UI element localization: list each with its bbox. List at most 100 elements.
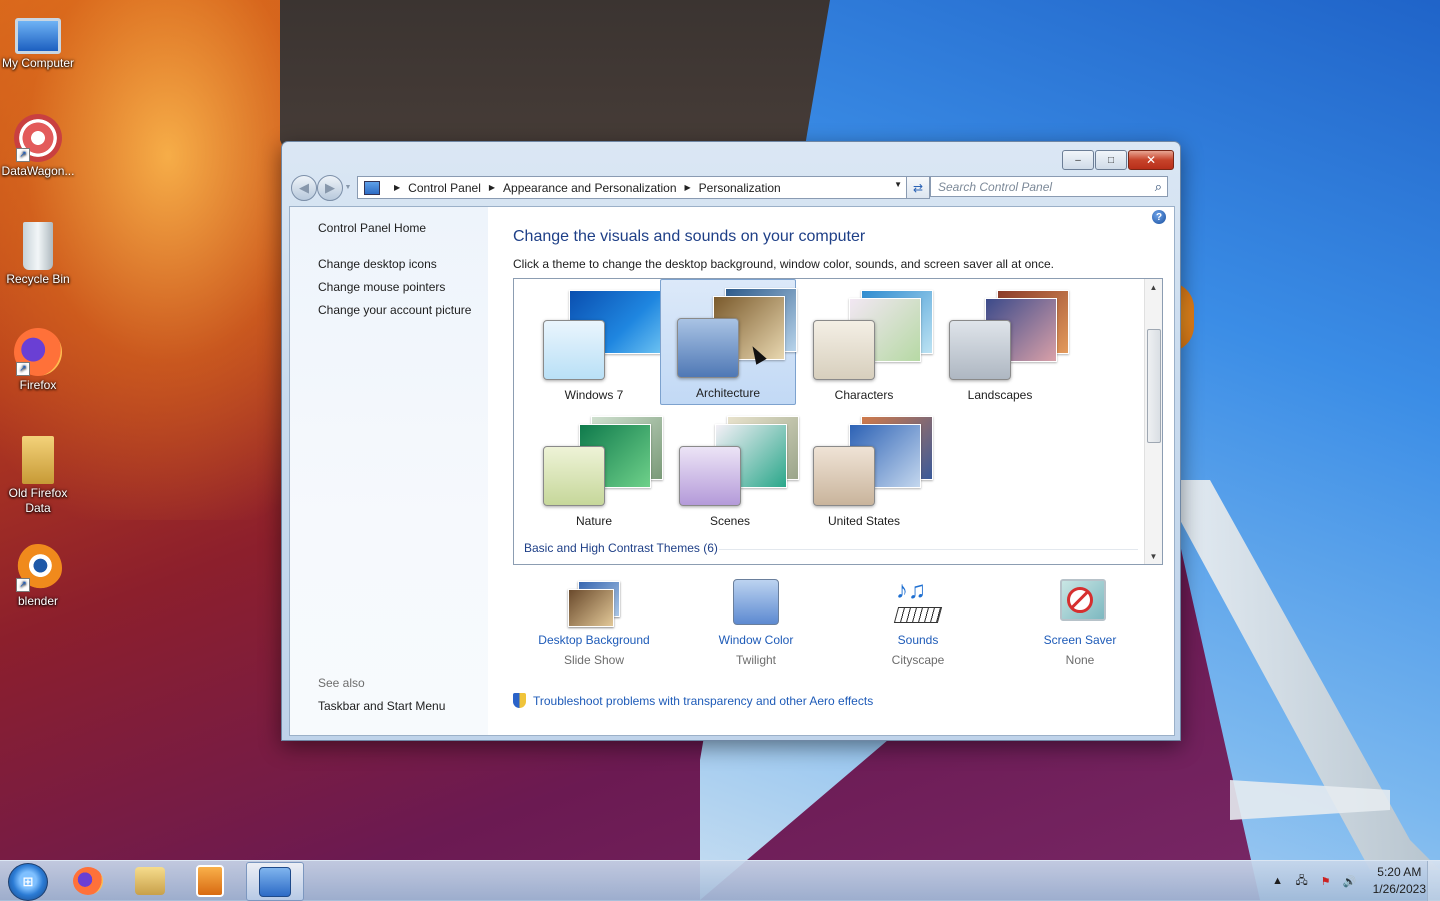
theme-thumbnail [675,288,797,380]
datawagon-icon: ↗ [14,114,62,162]
clock-date: 1/26/2023 [1372,882,1426,896]
sounds-setting[interactable]: ♪♫ Sounds Cityscape [848,577,988,667]
window-content: Control Panel Home Change desktop icons … [289,206,1175,736]
basic-themes-heading[interactable]: Basic and High Contrast Themes (6) [524,541,718,555]
shield-icon [513,693,526,708]
address-dropdown-icon[interactable]: ▼ [894,180,902,189]
change-mouse-pointers-link[interactable]: Change mouse pointers [318,280,445,294]
recent-pages-dropdown[interactable]: ▼ [343,175,353,199]
breadcrumb-separator-icon[interactable]: ▶ [685,183,691,192]
volume-icon[interactable]: 🔊 [1343,874,1357,888]
setting-value: Slide Show [563,653,625,667]
troubleshoot-link-row[interactable]: Troubleshoot problems with transparency … [513,693,873,708]
desktop-icon-blender[interactable]: ↗ blender [0,544,76,609]
theme-thumbnail [811,290,933,382]
desktop-icon-my-computer[interactable]: My Computer [0,10,76,71]
united-states-thumb-1 [813,446,875,506]
blender-icon: ↗ [14,544,62,592]
search-input[interactable]: Search Control Panel ⌕ [930,176,1168,197]
scroll-down-icon[interactable]: ▼ [1145,548,1162,564]
recycle-bin-icon [23,222,53,270]
window-color-setting[interactable]: Window Color Twilight [686,577,826,667]
control-panel-home-link[interactable]: Control Panel Home [318,221,426,235]
theme-thumbnail [541,416,663,508]
theme-label: Landscapes [967,388,1033,402]
theme-windows-7[interactable]: Windows 7 [526,281,663,407]
refresh-button[interactable]: ⇄ [906,176,930,199]
forward-button[interactable]: ▶ [317,175,343,201]
help-icon: ? [1155,211,1163,223]
screen-saver-setting[interactable]: Screen Saver None [1010,577,1150,667]
close-button[interactable]: ✕ [1128,150,1174,170]
screen-saver-icon [1050,577,1110,629]
desktop-icon-datawagon[interactable]: ↗ DataWagon... [0,114,76,179]
theme-label: Scenes [709,514,751,528]
taskbar-control-panel[interactable] [246,862,304,901]
desktop-icon-recycle-bin[interactable]: Recycle Bin [0,222,76,287]
see-also-heading: See also [318,676,365,690]
themes-scrollbar[interactable]: ▲ ▼ [1144,279,1162,564]
nature-thumb-1 [543,446,605,506]
taskbar-firefox[interactable] [60,862,116,899]
folder-icon [135,866,165,895]
address-bar[interactable]: ▶ Control Panel ▶ Appearance and Persona… [357,176,907,199]
theme-united-states[interactable]: United States [796,407,933,533]
theme-scenes[interactable]: Scenes [662,407,799,533]
desktop-icon-label: Old Firefox Data [8,486,68,515]
change-desktop-icons-link[interactable]: Change desktop icons [318,257,437,271]
show-desktop-button[interactable] [1427,861,1440,901]
theme-thumbnail [541,290,663,382]
desktop-background-setting[interactable]: Desktop Background Slide Show [524,577,664,667]
forward-arrow-icon: ▶ [325,180,335,195]
firefox-icon: ↗ [14,328,62,376]
help-button[interactable]: ? [1152,210,1166,224]
troubleshoot-link[interactable]: Troubleshoot problems with transparency … [533,694,873,708]
network-icon[interactable]: 🖧 [1295,874,1309,888]
window-glass-thumbnail [543,320,605,380]
sounds-icon: ♪♫ [888,577,948,629]
back-button[interactable]: ◀ [291,175,317,201]
page-title: Change the visuals and sounds on your co… [513,228,866,245]
taskbar: ⊞ ▲ 🖧 ⚑ 🔊 5:20 AM 1/26/2023 [0,860,1440,901]
theme-label: United States [827,514,901,528]
theme-thumbnail [947,290,1069,382]
desktop-icon-firefox[interactable]: ↗ Firefox [0,328,76,393]
theme-nature[interactable]: Nature [526,407,663,533]
breadcrumb-separator-icon[interactable]: ▶ [489,183,495,192]
scroll-up-icon[interactable]: ▲ [1145,279,1162,295]
breadcrumb-personalization[interactable]: Personalization [699,181,781,195]
setting-label: Desktop Background [538,633,650,647]
breadcrumb-appearance[interactable]: Appearance and Personalization [503,181,676,195]
breadcrumb-control-panel[interactable]: Control Panel [408,181,481,195]
desktop-background-icon [564,577,624,629]
maximize-button[interactable]: □ [1095,150,1127,170]
taskbar-explorer[interactable] [122,862,178,899]
change-account-picture-link[interactable]: Change your account picture [318,303,471,317]
desktop-icon-old-firefox-data[interactable]: Old Firefox Data [0,436,76,516]
clock[interactable]: 5:20 AM 1/26/2023 [1373,864,1426,898]
landscapes-thumb-1 [949,320,1011,380]
theme-architecture[interactable]: Architecture [660,279,797,405]
desktop-icon-label: My Computer [1,56,75,70]
taskbar-start-menu-link[interactable]: Taskbar and Start Menu [318,699,445,713]
computer-icon [15,18,61,54]
search-icon[interactable]: ⌕ [1155,179,1162,195]
theme-landscapes[interactable]: Landscapes [932,281,1069,407]
action-center-icon[interactable]: ⚑ [1319,874,1333,888]
theme-characters[interactable]: Characters [796,281,933,407]
firefox-icon [73,866,103,895]
setting-value: Cityscape [891,653,945,667]
personalization-window: – □ ✕ ◀ ▶ ▼ ▶ Control Panel ▶ Appearance… [281,141,1181,741]
scrollbar-thumb[interactable] [1147,329,1161,443]
taskbar-media-player[interactable] [182,862,238,899]
breadcrumb-separator-icon[interactable]: ▶ [394,183,400,192]
start-button[interactable]: ⊞ [8,863,48,901]
minimize-button[interactable]: – [1062,150,1094,170]
theme-label: Windows 7 [564,388,624,402]
folder-icon [22,436,54,484]
themes-list: Windows 7 Architecture Characters Landsc… [513,278,1163,565]
show-hidden-icons-icon[interactable]: ▲ [1271,874,1285,888]
page-subtitle: Click a theme to change the desktop back… [513,257,1054,271]
window-color-icon [726,577,786,629]
theme-label: Architecture [695,386,761,400]
